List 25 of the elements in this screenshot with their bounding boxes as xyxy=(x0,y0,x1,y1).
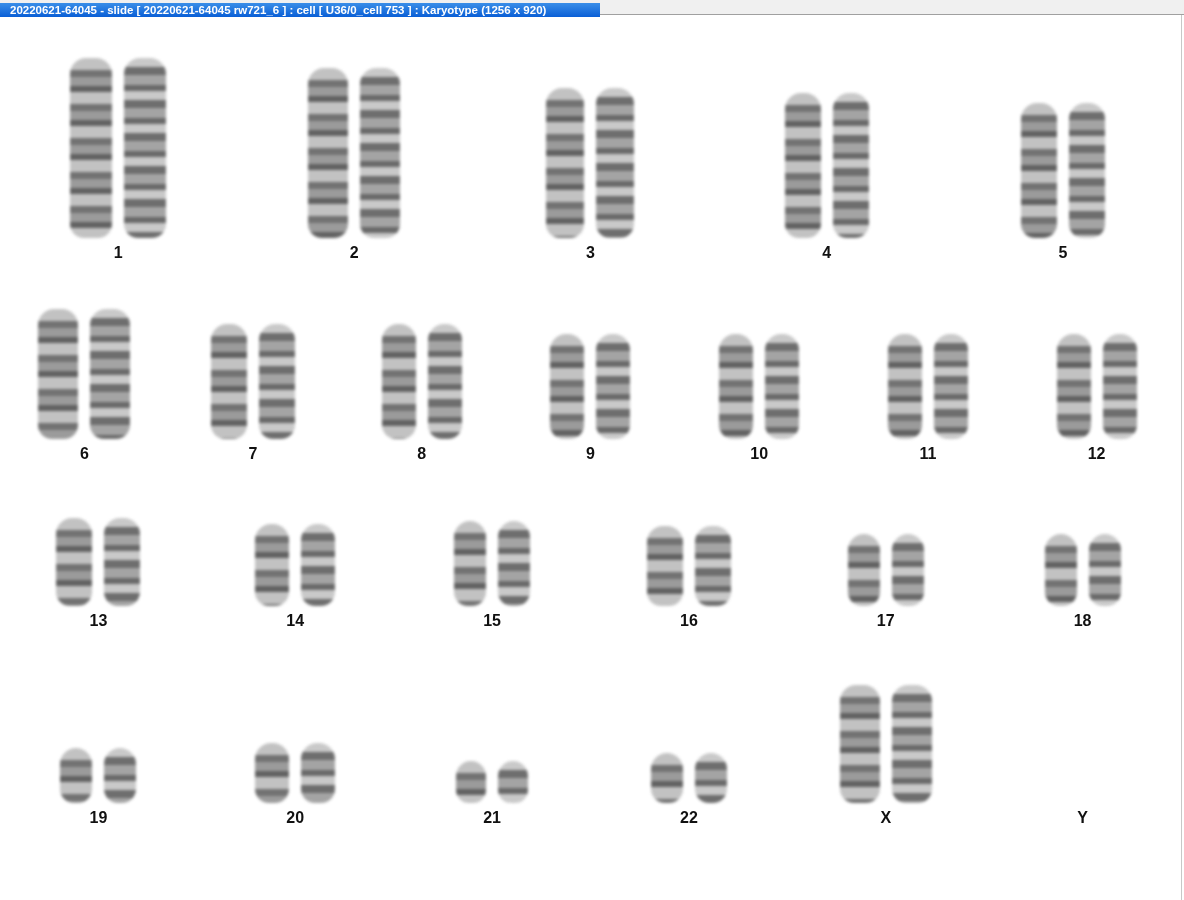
chromosome-label: 19 xyxy=(89,809,108,827)
chromosome-label: 6 xyxy=(79,445,89,463)
chromosome-label: 20 xyxy=(286,809,305,827)
chromosome-label: 8 xyxy=(417,445,427,463)
chromosome-label: 7 xyxy=(248,445,258,463)
chromosome-label: 11 xyxy=(919,445,937,463)
chromosome-label: X xyxy=(880,809,892,827)
chromosome-label: 22 xyxy=(680,809,698,827)
chromosome-label: 3 xyxy=(586,244,595,262)
chromosome-label: 18 xyxy=(1073,612,1092,630)
chromosome-label: 5 xyxy=(1058,244,1068,262)
chromosome-label: 10 xyxy=(750,445,769,463)
window-title: 20220621-64045 - slide [ 20220621-64045 rw721_6 ] : cell [ U36/0_cell 753 ] : Karyotype (1256 x 920) xyxy=(0,3,600,17)
chromosome-label: 17 xyxy=(876,612,895,630)
chromosome-label: Y xyxy=(1077,809,1088,827)
chromosome-label: 4 xyxy=(822,244,832,262)
chromosome-label: 16 xyxy=(680,612,698,630)
chromosome-label: 13 xyxy=(89,612,108,630)
chromosome-label: 12 xyxy=(1087,445,1106,463)
chromosome-label: 14 xyxy=(286,612,305,630)
chromosome-label: 2 xyxy=(349,244,359,262)
chromosome-label: 9 xyxy=(586,445,595,463)
chromosome-label: 15 xyxy=(483,612,501,630)
chromosome-label: 1 xyxy=(113,244,123,262)
chromosome-label: 21 xyxy=(483,809,501,827)
